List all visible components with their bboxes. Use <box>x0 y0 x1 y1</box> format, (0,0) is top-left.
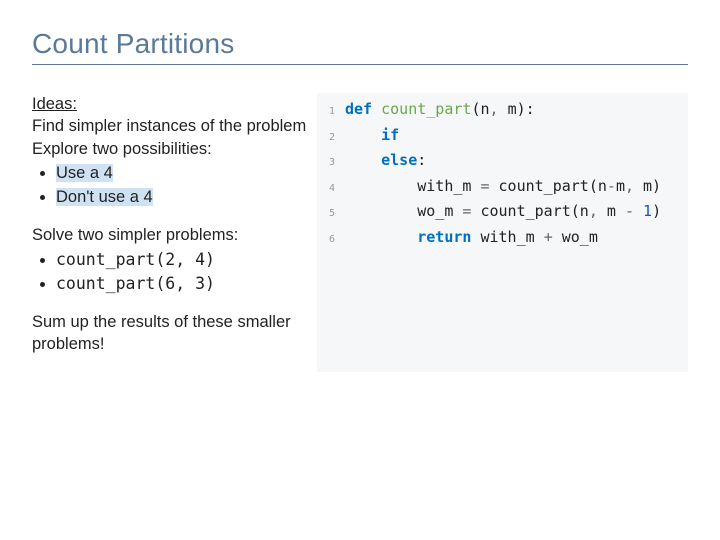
line-number: 4 <box>317 180 345 197</box>
code-text: wo_m = count_part(n, m - 1) <box>345 199 661 225</box>
list-item: count_part(2, 4) <box>56 249 307 271</box>
solve-heading: Solve two simpler problems: <box>32 224 307 246</box>
sum-line: Sum up the results of these smaller prob… <box>32 311 307 356</box>
line-number: 6 <box>317 231 345 248</box>
body-columns: Ideas: Find simpler instances of the pro… <box>32 93 688 372</box>
code-line: 2 if <box>317 123 688 149</box>
ideas-line: Find simpler instances of the problem <box>32 115 307 137</box>
ideas-section: Ideas: Find simpler instances of the pro… <box>32 93 307 208</box>
code-text: else: <box>345 148 426 174</box>
ideas-heading: Ideas: <box>32 93 307 115</box>
line-number: 1 <box>317 103 345 120</box>
ideas-line: Explore two possibilities: <box>32 138 307 160</box>
code-text: with_m = count_part(n-m, m) <box>345 174 661 200</box>
line-number: 3 <box>317 154 345 171</box>
list-item: Use a 4 <box>56 162 307 184</box>
list-item: Don't use a 4 <box>56 186 307 208</box>
code-line: 1def count_part(n, m): <box>317 97 688 123</box>
ideas-bullets: Use a 4 Don't use a 4 <box>32 162 307 209</box>
code-line: 3 else: <box>317 148 688 174</box>
line-number: 5 <box>317 205 345 222</box>
list-item: count_part(6, 3) <box>56 273 307 295</box>
left-column: Ideas: Find simpler instances of the pro… <box>32 93 307 372</box>
code-line: 5 wo_m = count_part(n, m - 1) <box>317 199 688 225</box>
code-text: def count_part(n, m): <box>345 97 535 123</box>
code-block: 1def count_part(n, m):2 if3 else:4 with_… <box>317 93 688 372</box>
line-number: 2 <box>317 129 345 146</box>
code-line: 6 return with_m + wo_m <box>317 225 688 251</box>
title-rule <box>32 64 688 65</box>
code-inline: count_part(2, 4) <box>56 250 215 269</box>
code-text: return with_m + wo_m <box>345 225 598 251</box>
code-line: 4 with_m = count_part(n-m, m) <box>317 174 688 200</box>
highlighted-text: Don't use a 4 <box>56 188 153 206</box>
sum-section: Sum up the results of these smaller prob… <box>32 311 307 356</box>
code-inline: count_part(6, 3) <box>56 274 215 293</box>
solve-bullets: count_part(2, 4) count_part(6, 3) <box>32 249 307 296</box>
solve-section: Solve two simpler problems: count_part(2… <box>32 224 307 295</box>
page-title: Count Partitions <box>32 28 688 60</box>
highlighted-text: Use a 4 <box>56 164 113 182</box>
code-text: if <box>345 123 399 149</box>
slide: Count Partitions Ideas: Find simpler ins… <box>0 0 720 400</box>
